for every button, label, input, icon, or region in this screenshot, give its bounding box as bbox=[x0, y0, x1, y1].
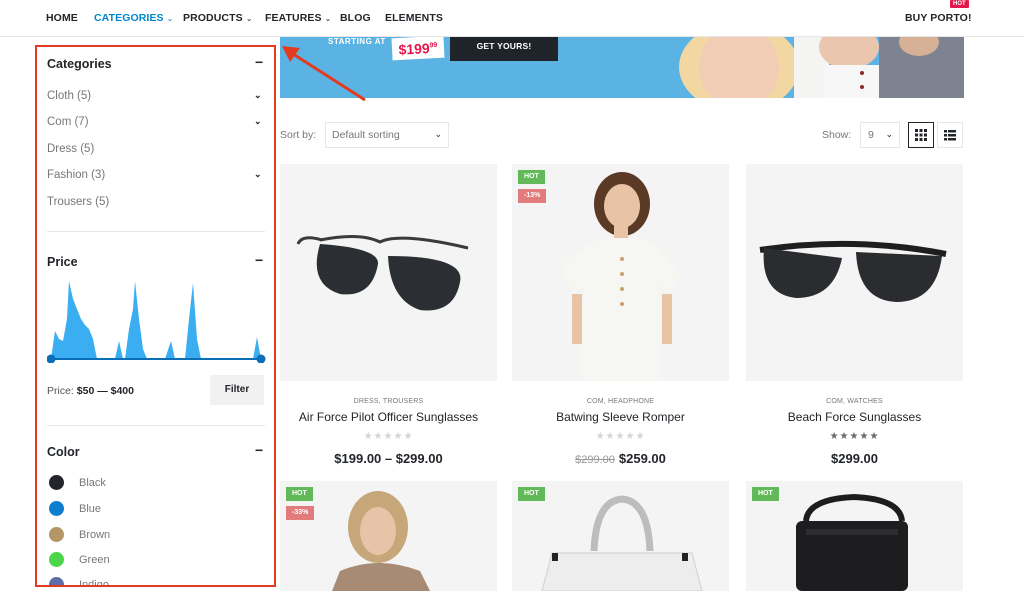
grid-icon bbox=[915, 129, 927, 141]
get-yours-button[interactable]: GET YOURS! bbox=[450, 37, 558, 61]
hot-badge: HOT bbox=[518, 487, 545, 501]
price-range-label: Price: $50 — $400 bbox=[47, 385, 134, 397]
product-categories[interactable]: COM, HEADPHONE bbox=[512, 398, 729, 405]
price-title: Price bbox=[47, 255, 78, 269]
banner-price-main: $199 bbox=[398, 40, 431, 58]
nav-categories-label: CATEGORIES bbox=[94, 12, 164, 24]
show-value: 9 bbox=[868, 129, 874, 141]
product-name[interactable]: Beach Force Sunglasses bbox=[746, 410, 963, 424]
list-icon bbox=[944, 130, 956, 141]
list-view-button[interactable] bbox=[937, 122, 963, 148]
color-swatch bbox=[49, 501, 64, 516]
product-name[interactable]: Air Force Pilot Officer Sunglasses bbox=[280, 410, 497, 424]
price-collapse-toggle[interactable]: − bbox=[255, 253, 263, 267]
nav-blog[interactable]: BLOG bbox=[340, 12, 371, 24]
nav-products[interactable]: PRODUCTS ⌄ bbox=[183, 12, 253, 24]
filter-button[interactable]: Filter bbox=[210, 375, 264, 405]
price-range-value: $50 — $400 bbox=[76, 385, 134, 397]
product-name[interactable]: Batwing Sleeve Romper bbox=[512, 410, 729, 424]
hot-badge: HOT bbox=[286, 487, 313, 501]
nav-features[interactable]: FEATURES ⌄ bbox=[265, 12, 331, 24]
product-image[interactable] bbox=[746, 164, 963, 381]
hot-tag: HOT bbox=[950, 0, 969, 8]
category-cloth[interactable]: Cloth (5) bbox=[47, 90, 91, 102]
top-navigation: HOME CATEGORIES ⌄ PRODUCTS ⌄ FEATURES ⌄ BLO… bbox=[0, 0, 1024, 37]
nav-categories[interactable]: CATEGORIES ⌄ bbox=[94, 12, 173, 24]
old-price: $299.00 bbox=[575, 454, 615, 466]
sort-select[interactable]: Default sorting ⌄ bbox=[325, 122, 449, 148]
category-com[interactable]: Com (7) bbox=[47, 116, 89, 128]
chevron-down-icon[interactable]: ⌄ bbox=[254, 90, 262, 101]
annotation-arrow bbox=[282, 46, 366, 102]
chevron-down-icon[interactable]: ⌄ bbox=[254, 169, 262, 180]
sale-badge: -13% bbox=[518, 189, 547, 203]
show-count-select[interactable]: 9 ⌄ bbox=[860, 122, 900, 148]
color-name: Brown bbox=[79, 529, 111, 541]
product-price: $299.00 bbox=[831, 451, 878, 466]
product-categories[interactable]: DRESS, TROUSERS bbox=[280, 398, 497, 405]
product-price: $199.00 – $299.00 bbox=[334, 451, 443, 466]
sale-price: $259.00 bbox=[618, 451, 666, 466]
chevron-down-icon: ⌄ bbox=[245, 14, 253, 23]
divider bbox=[47, 231, 265, 232]
color-title: Color bbox=[47, 445, 80, 459]
nav-elements[interactable]: ELEMENTS bbox=[385, 12, 443, 24]
category-trousers[interactable]: Trousers (5) bbox=[47, 196, 109, 208]
grid-view-button[interactable] bbox=[908, 122, 934, 148]
chevron-down-icon[interactable]: ⌄ bbox=[254, 116, 262, 127]
divider bbox=[47, 425, 265, 426]
price-histogram bbox=[47, 281, 266, 363]
star-rating: ★★★★★ bbox=[363, 431, 414, 442]
star-rating: ★★★★★ bbox=[595, 431, 646, 442]
color-swatch bbox=[49, 577, 64, 585]
color-name: Indigo bbox=[79, 579, 109, 587]
color-name: Blue bbox=[79, 503, 102, 515]
star-rating: ★★★★★ bbox=[829, 431, 880, 442]
chevron-down-icon: ⌄ bbox=[885, 129, 893, 139]
nav-products-label: PRODUCTS bbox=[183, 12, 243, 24]
banner-price: $19999 bbox=[391, 37, 445, 61]
categories-title: Categories bbox=[47, 57, 112, 71]
product-image[interactable] bbox=[280, 164, 497, 381]
banner-price-cents: 99 bbox=[429, 41, 438, 50]
color-collapse-toggle[interactable]: − bbox=[255, 443, 263, 457]
chevron-down-icon: ⌄ bbox=[166, 14, 174, 23]
hot-badge: HOT bbox=[752, 487, 779, 501]
color-name: Green bbox=[79, 554, 110, 566]
chevron-down-icon: ⌄ bbox=[434, 129, 442, 139]
nav-home[interactable]: HOME bbox=[46, 12, 78, 24]
chevron-down-icon: ⌄ bbox=[324, 14, 332, 23]
category-fashion[interactable]: Fashion (3) bbox=[47, 169, 105, 181]
sort-label: Sort by: bbox=[280, 129, 317, 141]
sunglasses-image bbox=[296, 235, 469, 311]
categories-collapse-toggle[interactable]: − bbox=[255, 55, 263, 69]
color-name: Black bbox=[79, 477, 106, 489]
promo-banner[interactable]: STARTING AT $19999 GET YOURS! bbox=[280, 37, 964, 98]
nav-features-label: FEATURES bbox=[265, 12, 322, 24]
color-swatch bbox=[49, 527, 64, 542]
hot-badge: HOT bbox=[518, 170, 545, 184]
product-categories[interactable]: COM, WATCHES bbox=[746, 398, 963, 405]
show-label: Show: bbox=[822, 129, 852, 141]
buy-porto-link[interactable]: BUY PORTO! bbox=[905, 12, 972, 24]
sunglasses-image bbox=[759, 240, 947, 302]
product-price: $299.00 $259.00 bbox=[512, 451, 729, 466]
category-dress[interactable]: Dress (5) bbox=[47, 143, 94, 155]
color-swatch bbox=[49, 475, 64, 490]
filter-sidebar: Categories − Cloth (5) ⌄ Com (7) ⌄ Dress… bbox=[35, 45, 276, 587]
banner-models-image bbox=[644, 37, 964, 98]
price-prefix: Price: bbox=[47, 385, 74, 397]
sale-badge: -33% bbox=[286, 506, 315, 520]
sort-value: Default sorting bbox=[332, 129, 400, 141]
color-swatch bbox=[49, 552, 64, 567]
